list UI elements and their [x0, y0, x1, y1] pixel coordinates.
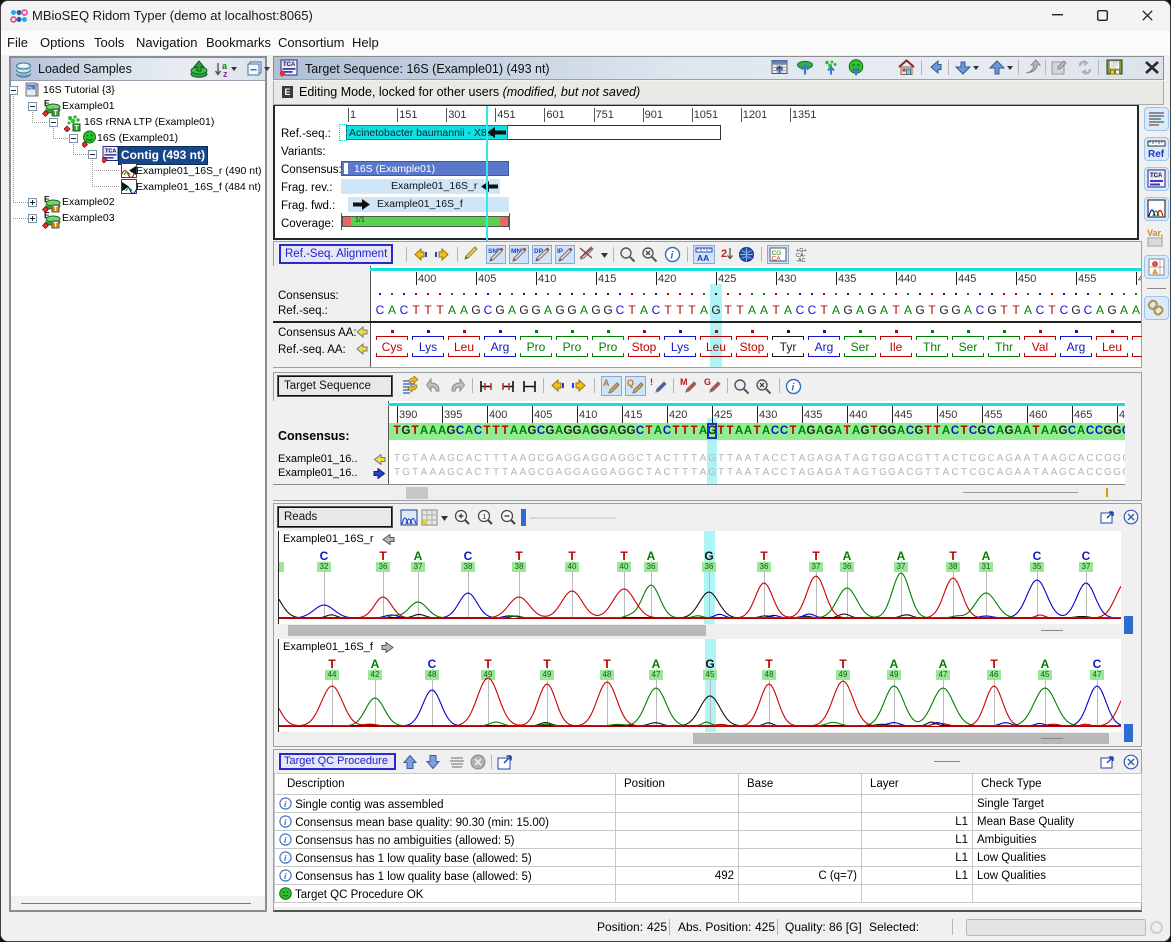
svg-text:TCA: TCA	[283, 62, 296, 68]
svg-text:CA: CA	[772, 256, 782, 263]
svg-text:A: A	[603, 378, 610, 388]
svg-text:TCA: TCA	[1150, 173, 1163, 179]
svg-text:M: M	[680, 377, 688, 387]
svg-text:TCA: TCA	[105, 149, 116, 155]
svg-text:z: z	[223, 69, 228, 78]
svg-text:T: T	[54, 222, 59, 229]
svg-text:T: T	[54, 110, 59, 117]
svg-text:Prj: Prj	[28, 85, 33, 90]
svg-text:T: T	[75, 125, 80, 132]
svg-text:!: !	[650, 377, 653, 387]
svg-text:AA: AA	[697, 253, 709, 263]
svg-text:i: i	[792, 383, 795, 394]
svg-text:G: G	[704, 377, 711, 387]
svg-text:IP: IP	[557, 248, 564, 255]
svg-text:i: i	[671, 251, 674, 262]
svg-text:Var,: Var,	[1147, 228, 1163, 238]
svg-text:Q: Q	[627, 378, 634, 388]
svg-text:2: 2	[721, 248, 727, 260]
svg-text:1: 1	[482, 512, 486, 521]
svg-text:-AC: -AC	[796, 258, 806, 263]
svg-text:Ref: Ref	[1148, 149, 1165, 160]
